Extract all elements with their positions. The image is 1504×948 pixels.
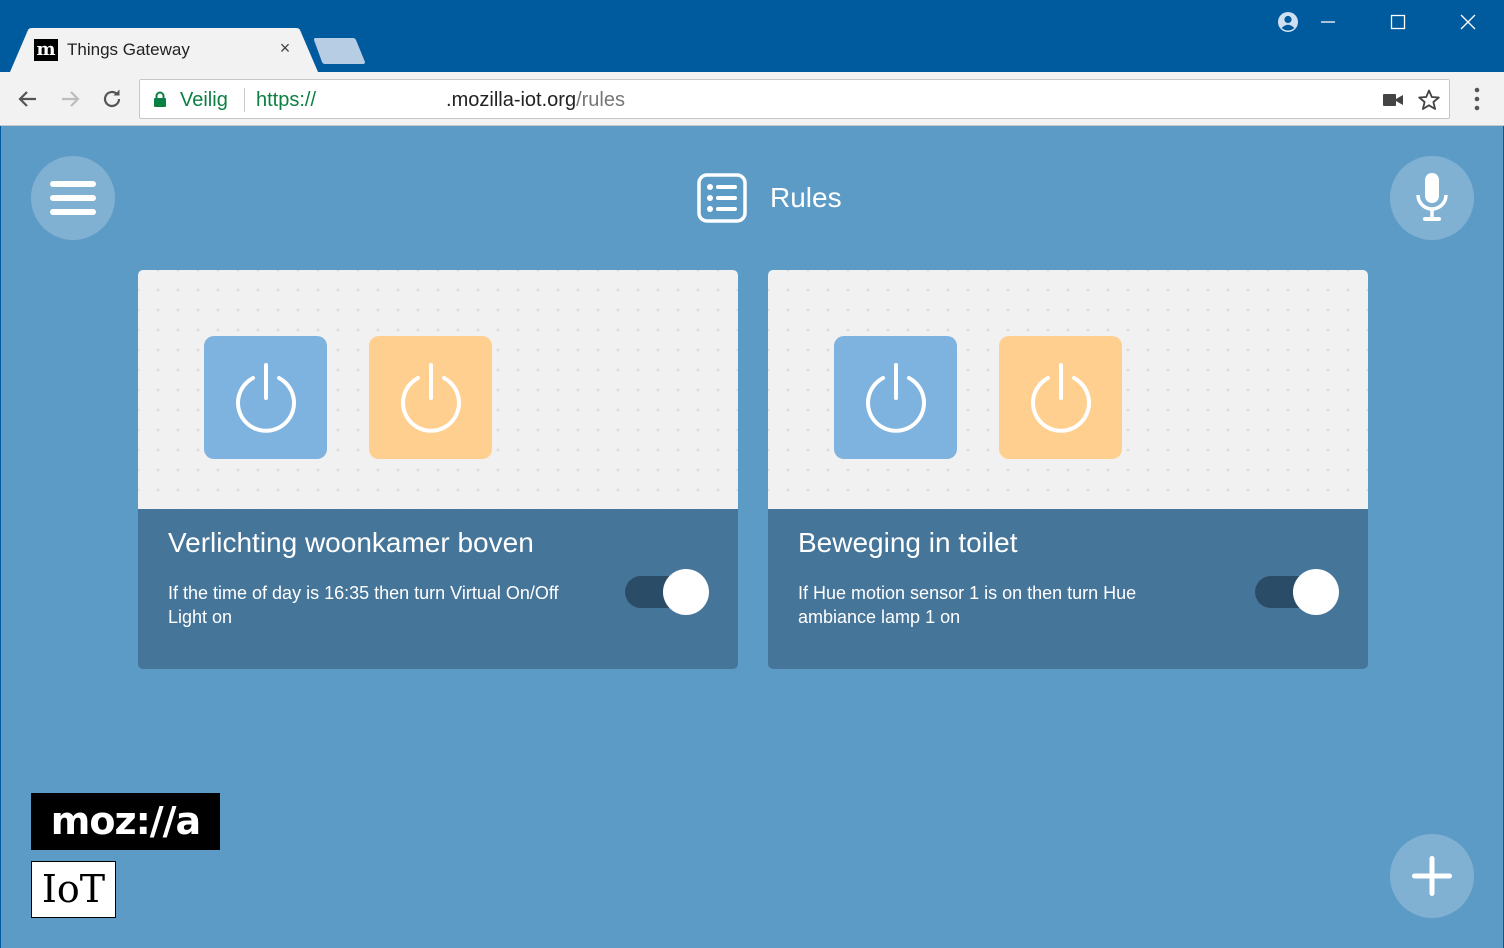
kebab-menu-icon[interactable]: [1465, 85, 1489, 115]
power-icon: [1030, 362, 1091, 433]
tab-favicon-icon: m: [34, 39, 58, 61]
effect-device-tile: [369, 336, 492, 459]
camera-icon[interactable]: [1382, 91, 1404, 109]
rule-preview: [768, 270, 1368, 509]
effect-device-tile: [999, 336, 1122, 459]
reload-icon: [103, 89, 121, 108]
power-icon: [235, 362, 296, 433]
rule-enabled-toggle[interactable]: [625, 569, 709, 615]
maximize-button[interactable]: [1363, 0, 1433, 44]
lock-icon: [154, 91, 166, 107]
rule-name: Verlichting woonkamer boven: [168, 527, 534, 558]
window-close-button[interactable]: [1433, 0, 1503, 44]
add-rule-button[interactable]: [1390, 834, 1474, 918]
mozilla-logo: moz://a: [31, 793, 220, 850]
back-arrow-icon: [18, 91, 36, 107]
star-icon[interactable]: [1417, 88, 1441, 112]
rule-description: If Hue motion sensor 1 is on then turn H…: [798, 583, 1137, 627]
tab-things-gateway[interactable]: m Things Gateway ×: [10, 28, 318, 72]
rule-card[interactable]: Verlichting woonkamer boven If the time …: [138, 270, 738, 669]
microphone-icon: [1416, 173, 1448, 221]
url-text[interactable]: https:// .mozilla-iot.org/rules: [256, 89, 625, 112]
trigger-device-tile: [204, 336, 327, 459]
minimize-icon: [1321, 21, 1335, 23]
rule-info: Beweging in toilet If Hue motion sensor …: [768, 509, 1368, 669]
rule-preview: [138, 270, 738, 509]
url-host: .mozilla-iot.org: [446, 89, 577, 111]
reload-button[interactable]: [96, 83, 128, 115]
page-title: Rules: [770, 182, 842, 213]
rule-enabled-toggle[interactable]: [1255, 569, 1339, 615]
rule-name: Beweging in toilet: [798, 527, 1018, 558]
url-path: /rules: [576, 89, 625, 111]
address-bar[interactable]: Veilig https:// .mozilla-iot.org/rules: [139, 79, 1450, 119]
browser-titlebar: m Things Gateway ×: [0, 0, 1504, 72]
close-icon: [1460, 14, 1476, 30]
iot-logo: IoT: [31, 861, 116, 918]
rules-page: Rules Verlichting woonkamer boven If the…: [0, 126, 1504, 948]
power-icon: [865, 362, 926, 433]
toggle-knob: [663, 569, 709, 615]
minimize-button[interactable]: [1293, 0, 1363, 44]
toggle-knob: [1293, 569, 1339, 615]
menu-button[interactable]: [31, 156, 115, 240]
new-tab-button[interactable]: [313, 38, 367, 64]
rule-description: If the time of day is 16:35 then turn Vi…: [168, 583, 559, 627]
plus-icon: [1412, 856, 1452, 896]
forward-button[interactable]: [54, 83, 86, 115]
browser-toolbar: Veilig https:// .mozilla-iot.org/rules: [0, 72, 1504, 126]
tab-title: Things Gateway: [67, 40, 190, 59]
maximize-icon: [1390, 14, 1406, 30]
power-icon: [400, 362, 461, 433]
hamburger-menu-icon: [50, 181, 96, 215]
trigger-device-tile: [834, 336, 957, 459]
voice-button[interactable]: [1390, 156, 1474, 240]
rules-list-icon: [697, 173, 747, 223]
rule-card[interactable]: Beweging in toilet If Hue motion sensor …: [768, 270, 1368, 669]
tab-close-icon[interactable]: ×: [274, 37, 296, 59]
secure-label[interactable]: Veilig: [180, 89, 228, 112]
forward-arrow-icon: [62, 91, 80, 107]
back-button[interactable]: [12, 83, 44, 115]
rule-info: Verlichting woonkamer boven If the time …: [138, 509, 738, 669]
omnibox-divider: [244, 88, 245, 112]
url-scheme: https://: [256, 89, 317, 111]
